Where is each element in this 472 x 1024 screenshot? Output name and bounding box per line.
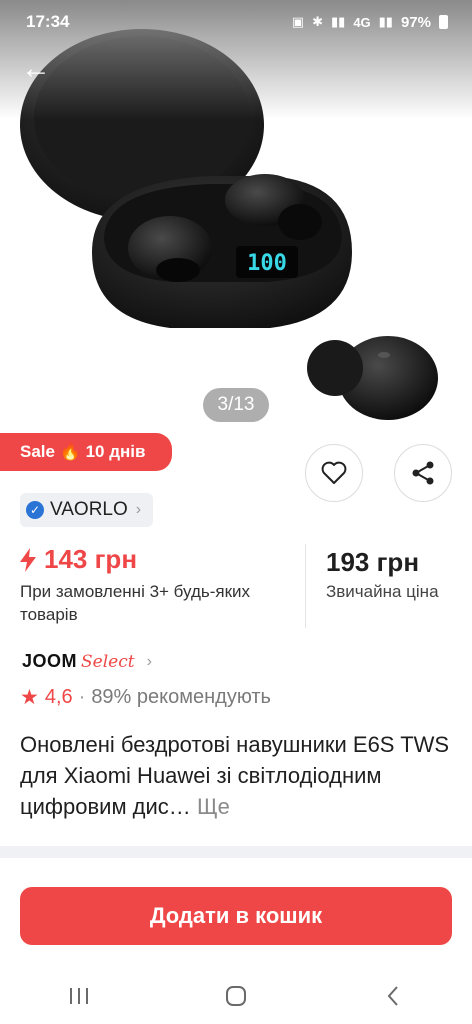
show-more-link[interactable]: Ще — [197, 794, 230, 819]
back-arrow-icon[interactable]: ← — [18, 52, 54, 88]
sale-badge: Sale 🔥 10 днів — [0, 433, 172, 471]
battery-percent: 97% — [400, 13, 431, 31]
add-to-cart-button[interactable]: Додати в кошик — [20, 887, 452, 945]
favorite-button[interactable] — [305, 444, 363, 502]
joom-select-text: Select — [81, 651, 135, 672]
svg-text:100: 100 — [247, 251, 287, 276]
verified-check-icon: ✓ — [26, 501, 44, 519]
network-type-label: 4G — [353, 14, 371, 30]
system-nav-bar — [0, 968, 472, 1024]
seller-chip[interactable]: ✓ VAORLO › — [20, 493, 154, 527]
bluetooth-icon: ✱ — [312, 14, 323, 29]
recent-apps-icon[interactable] — [49, 976, 109, 1016]
discount-price-note: При замовленні 3+ будь-яких товарів — [20, 582, 251, 624]
recommend-percent: 89% рекомендують — [91, 686, 271, 708]
battery-icon — [439, 15, 448, 29]
discount-price: 143 грн — [20, 544, 137, 575]
discount-price-value: 143 грн — [44, 544, 138, 574]
seller-name: VAORLO — [50, 499, 128, 520]
star-icon: ★ — [20, 686, 39, 709]
regular-price: 193 грн — [326, 547, 420, 577]
chevron-right-icon: › — [135, 501, 142, 518]
status-bar: 17:34 ▣ ✱ ▮▮ 4G ▮▮ 97% — [0, 0, 472, 44]
rating-value: 4,6 — [44, 686, 73, 708]
joom-logo-text: JOOM — [22, 651, 78, 671]
image-counter: 3/13 — [203, 388, 269, 422]
rating-separator: · — [78, 686, 86, 708]
alarm-icon: ▣ — [291, 14, 305, 29]
share-icon — [412, 461, 434, 485]
section-separator — [0, 846, 472, 858]
product-image[interactable]: 100 — [0, 0, 472, 435]
price-divider — [305, 544, 306, 628]
chevron-right-icon: › — [146, 652, 152, 670]
back-nav-icon[interactable] — [363, 976, 423, 1016]
joom-select-link[interactable]: JOOM Select › — [22, 651, 152, 672]
share-button[interactable] — [394, 444, 452, 502]
heart-icon — [321, 461, 347, 484]
status-icons: ▣ ✱ ▮▮ 4G ▮▮ 97% — [292, 14, 448, 31]
lightning-icon — [20, 547, 36, 572]
signal-icon: ▮▮ — [331, 14, 346, 29]
signal-icon-2: ▮▮ — [378, 14, 393, 29]
product-title: Оновлені бездротові навушники E6S TWS дл… — [20, 729, 450, 822]
rating-row[interactable]: ★ 4,6 · 89% рекомендують — [20, 685, 271, 710]
product-title-text: Оновлені бездротові навушники E6S TWS дл… — [20, 732, 450, 819]
home-icon[interactable] — [206, 976, 266, 1016]
regular-price-note: Звичайна ціна — [326, 582, 439, 601]
status-time: 17:34 — [26, 12, 70, 31]
